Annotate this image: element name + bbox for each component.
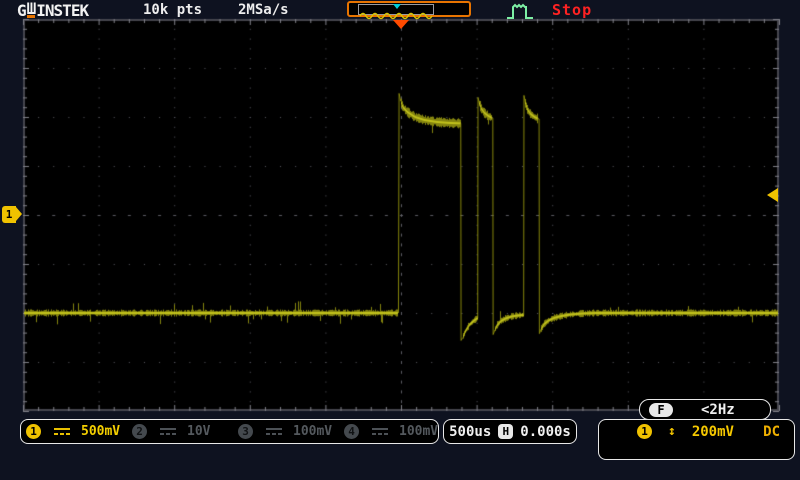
channel1-position-label: 1 — [2, 206, 16, 223]
dc-coupling-icon — [54, 428, 70, 435]
channel1-position-marker[interactable]: 1 — [2, 206, 22, 223]
acquisition-status: Stop — [552, 1, 593, 19]
trigger-pulse-icon — [507, 3, 533, 19]
memory-waveform-icon — [359, 12, 433, 20]
channel-1-indicator[interactable]: 1 500mV — [26, 420, 120, 443]
channel-status-bar: 1 500mV 2 10V 3 100mV 4 100mV — [20, 419, 439, 444]
timebase-scale: 500us — [449, 423, 492, 440]
horizontal-badge-icon: H — [498, 424, 514, 439]
record-length-readout: 10k pts — [143, 2, 203, 18]
oscilloscope-screen: { "header": { "brand": { "g": "G", "sha"… — [0, 0, 800, 480]
timebase-indicator[interactable]: 500us H 0.000s — [443, 419, 577, 444]
sample-rate-readout: 2MSa/s — [238, 2, 289, 18]
trigger-status-box[interactable]: 1 ↕ 200mV DC — [598, 419, 795, 460]
dc-coupling-icon — [372, 428, 388, 435]
trigger-level-marker-icon[interactable] — [767, 188, 778, 202]
channel-1-badge: 1 — [26, 424, 41, 439]
channel-2-badge: 2 — [132, 424, 147, 439]
brand-logo-rest: INSTEK — [36, 0, 89, 20]
channel-4-badge: 4 — [344, 424, 359, 439]
brand-logo: G Ш INSTEK — [17, 0, 89, 20]
channel-2-scale: 10V — [187, 424, 211, 439]
dc-coupling-icon — [160, 428, 176, 435]
channel-4-indicator[interactable]: 4 100mV — [344, 420, 438, 443]
trigger-frequency-display: F <2Hz — [639, 399, 771, 420]
channel-3-indicator[interactable]: 3 100mV — [238, 420, 332, 443]
frequency-badge-icon: F — [649, 402, 673, 417]
channel-1-scale: 500mV — [81, 424, 121, 439]
memory-trigger-position-icon — [393, 4, 401, 9]
trigger-position-marker-icon[interactable] — [393, 20, 409, 29]
channel-2-indicator[interactable]: 2 10V — [132, 420, 210, 443]
dc-coupling-icon — [266, 428, 282, 435]
channel-3-scale: 100mV — [293, 424, 333, 439]
brand-logo-sha: Ш — [26, 0, 36, 18]
brand-logo-g: G — [17, 0, 27, 20]
trigger-source-badge: 1 — [637, 424, 652, 439]
trigger-level-arrow-icon: ↕ — [668, 424, 676, 439]
trigger-level-value: 200mV — [691, 424, 734, 440]
timebase-position: 0.000s — [520, 423, 571, 440]
channel-3-badge: 3 — [238, 424, 253, 439]
trigger-coupling: DC — [763, 424, 780, 440]
channel-4-scale: 100mV — [399, 424, 439, 439]
trigger-frequency-value: <2Hz — [701, 401, 735, 418]
acquisition-memory-bar — [347, 1, 471, 20]
top-bar: G Ш INSTEK 10k pts 2MSa/s Stop — [0, 0, 800, 20]
